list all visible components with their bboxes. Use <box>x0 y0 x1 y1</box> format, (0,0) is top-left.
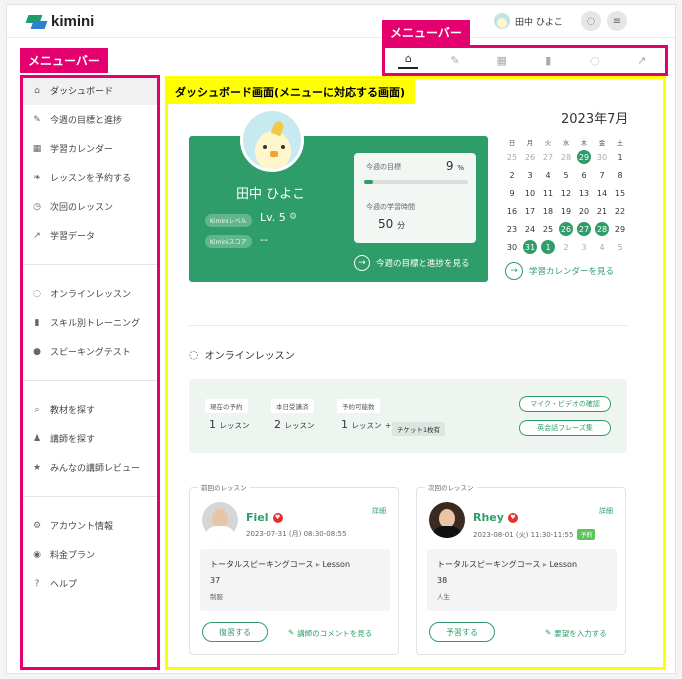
top-header: kimini 田中 ひよこ ◌ ≡ <box>7 5 675 38</box>
top-menu-annotation-box <box>382 45 668 76</box>
kimini-logo[interactable]: kimini <box>25 13 95 30</box>
user-menu[interactable]: 田中 ひよこ <box>494 13 563 29</box>
chat-icon: ◌ <box>586 15 596 27</box>
left-menu-annotation-box <box>20 75 160 670</box>
top-menu-annotation-label: メニューバー <box>382 20 470 45</box>
logo-icon <box>25 14 48 29</box>
user-avatar <box>494 13 510 29</box>
dashboard-annotation-label: ダッシュボード画面(メニューに対応する画面) <box>165 80 416 104</box>
left-menu-annotation-label: メニューバー <box>20 48 108 73</box>
hamburger-menu-button[interactable]: ≡ <box>607 11 627 31</box>
hamburger-icon: ≡ <box>612 15 622 27</box>
logo-text: kimini <box>51 13 95 30</box>
user-name: 田中 ひよこ <box>515 17 563 28</box>
dashboard-annotation-box <box>165 76 666 670</box>
chat-button[interactable]: ◌ <box>581 11 601 31</box>
